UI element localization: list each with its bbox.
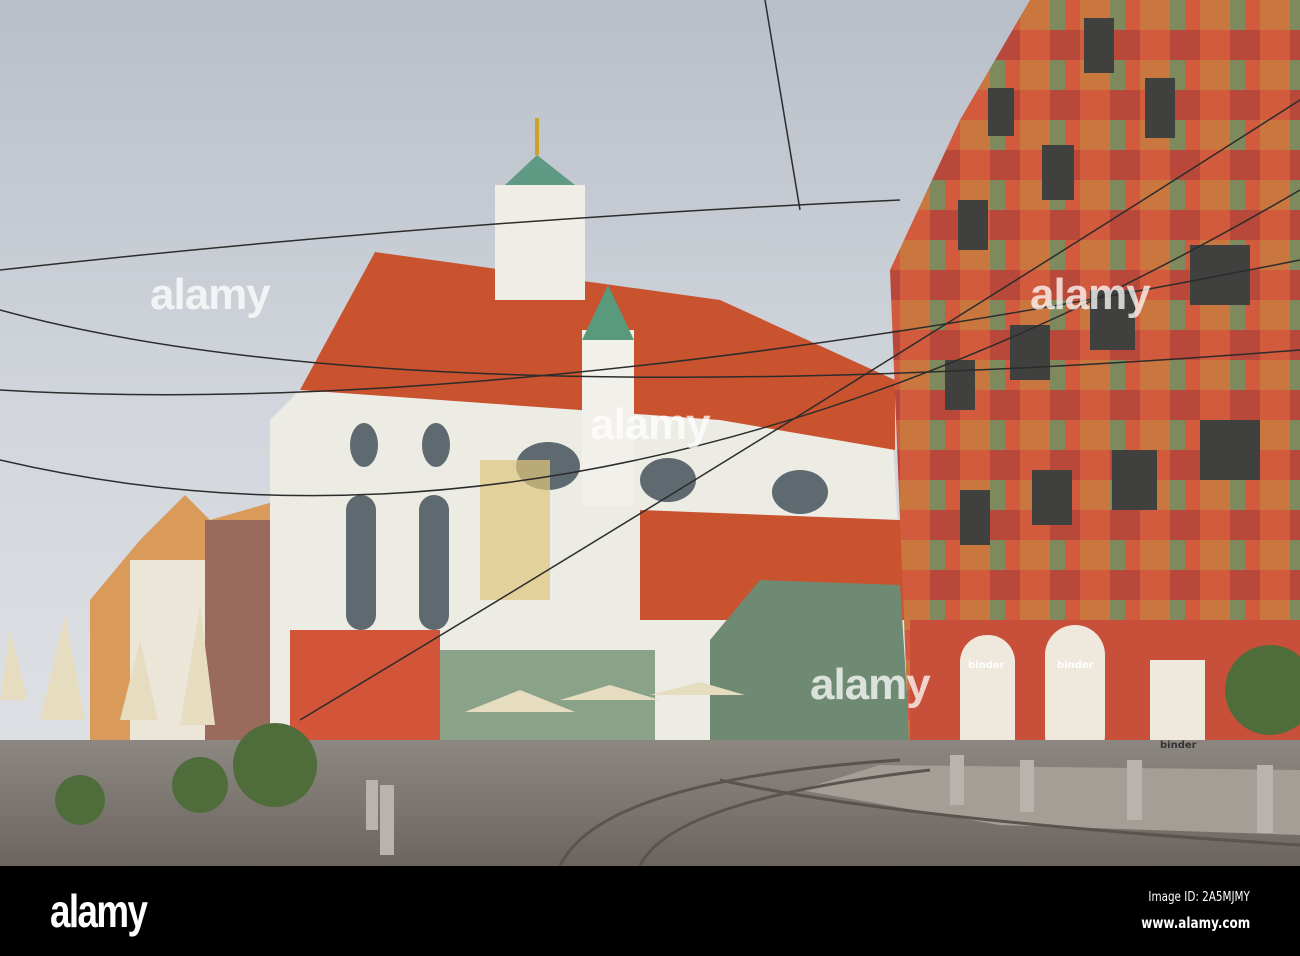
watermark: alamy (150, 270, 271, 319)
watermark: alamy (1030, 270, 1151, 319)
footer-bar: alamy Image ID: 2A5MJMY www.alamy.com (0, 866, 1300, 956)
church-tower (495, 185, 585, 300)
shop-sign: binder (1057, 660, 1094, 671)
street-photo: alamy alamy alamy alamy binder binder bi… (0, 0, 1300, 866)
shop-sign: binder (968, 660, 1005, 671)
alamy-logo: alamy (50, 885, 148, 937)
image-id: Image ID: 2A5MJMY (1148, 890, 1250, 905)
shop-sign: binder (1160, 740, 1197, 751)
watermark: alamy (810, 660, 931, 709)
watermark: alamy (590, 400, 711, 449)
website-link: www.alamy.com (1140, 914, 1250, 932)
